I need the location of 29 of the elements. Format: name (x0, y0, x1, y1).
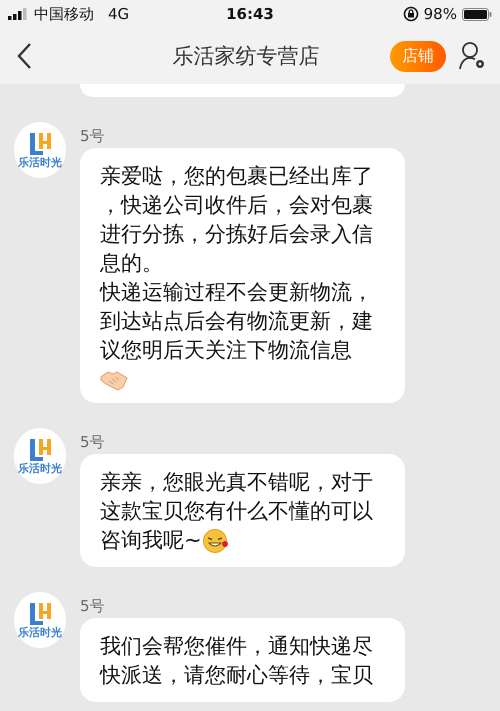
sender-name: 5号 (80, 432, 106, 453)
logo-label: 乐活时光 (18, 157, 62, 169)
clock-time: 16:43 (226, 5, 274, 23)
rotation-lock-icon (402, 6, 419, 22)
logo-icon (27, 131, 53, 157)
logo-label: 乐活时光 (18, 627, 62, 639)
message-text: 快递运输过程不会更新物流，到达站点后会有物流更新，建议您明后天关注下物流信息 (100, 279, 374, 364)
message-text: 亲爱哒，您的包裹已经出库了，快递公司收件后，会对包裹进行分拣，分拣好后会录入信息的。 (100, 163, 374, 277)
carrier-name: 中国移动 (34, 4, 94, 24)
sender-name: 5号 (80, 596, 106, 617)
shop-title: 乐活家纺专营店 (172, 44, 320, 68)
shop-avatar[interactable]: 乐活时光 (14, 122, 66, 178)
grinning-face-icon (202, 527, 229, 554)
logo-icon (27, 601, 53, 627)
battery-icon (462, 8, 492, 20)
logo-icon (27, 437, 53, 463)
shop-avatar[interactable]: 乐活时光 (14, 428, 66, 484)
back-icon[interactable] (16, 42, 32, 70)
sender-name: 5号 (80, 126, 106, 147)
handshake-icon (100, 369, 128, 391)
network-type: 4G (108, 5, 130, 23)
logo-label: 乐活时光 (18, 463, 62, 475)
message-text: 亲亲，您眼光真不错呢，对于这款宝贝您有什么不懂的可以 (100, 469, 374, 525)
message-text: 我们会帮您催件，通知快递尽快派送，请您耐心等待，宝贝 (100, 633, 374, 689)
message-text: 咨询我呢~ (100, 527, 202, 554)
shop-button[interactable]: 店铺 (390, 40, 446, 72)
battery-percent: 98% (424, 5, 457, 23)
shop-avatar[interactable]: 乐活时光 (14, 592, 66, 648)
user-settings-icon[interactable] (458, 41, 486, 71)
